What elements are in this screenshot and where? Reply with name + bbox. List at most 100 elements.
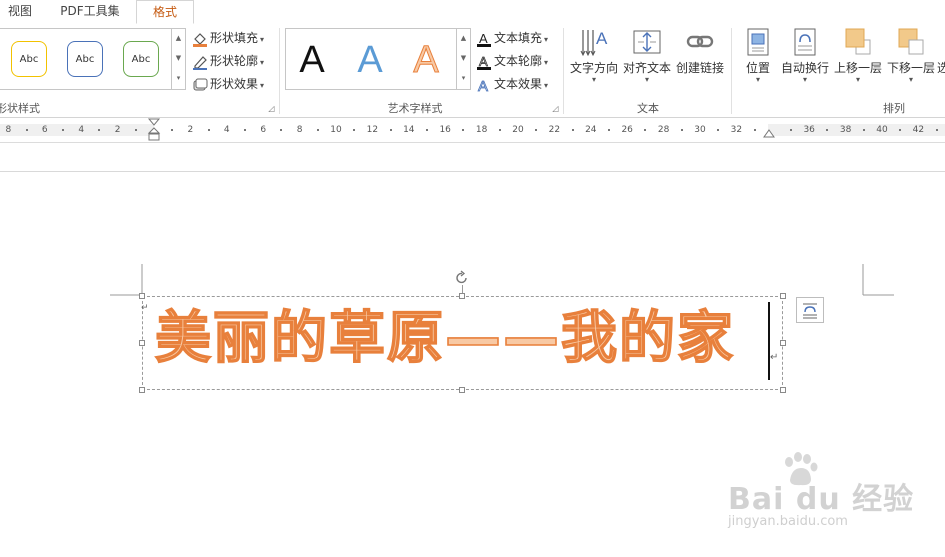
ruler-tick-dot [389, 129, 392, 131]
wordart-styles-group-label: 艺术字样式 [387, 102, 443, 115]
shape-effects-label: 形状效果 [210, 77, 259, 91]
horizontal-ruler[interactable]: 8 6 4 2 2 4 6 8 10 12 14 16 18 20 22 24 26 28 30 32 36 38 40 42 [0, 118, 945, 143]
shape-fill-button[interactable]: 形状填充 ▾ [192, 28, 264, 48]
text-outline-button[interactable]: A 文本轮廓 ▾ [476, 51, 548, 71]
shape-effects-icon [192, 77, 208, 93]
watermark-url: jingyan.baidu.com [728, 514, 848, 529]
rotate-handle-icon[interactable] [454, 270, 470, 286]
wordart-style-orange-outline[interactable]: A [406, 39, 446, 82]
crop-mark-right [862, 264, 894, 296]
chevron-down-icon: ▾ [855, 75, 860, 84]
dialog-launcher-icon[interactable]: ◿ [551, 104, 560, 113]
text-effects-button[interactable]: A 文本效果 ▾ [476, 74, 548, 95]
text-fill-button[interactable]: A 文本填充 ▾ [476, 28, 548, 48]
resize-handle-n[interactable] [459, 293, 465, 299]
selection-pane-button[interactable]: 选 [937, 26, 945, 75]
ruler-tick-label: 32 [730, 125, 743, 135]
svg-text:A: A [478, 78, 488, 93]
resize-handle-w[interactable] [139, 340, 145, 346]
shape-style-1[interactable]: Abc [11, 41, 47, 77]
gallery-expand-icon[interactable]: ▾ [457, 69, 470, 88]
send-backward-label: 下移一层 [886, 61, 935, 75]
dialog-launcher-icon[interactable]: ◿ [267, 104, 276, 113]
ruler-tick-dot [935, 129, 938, 131]
scroll-down-icon[interactable]: ▼ [457, 49, 470, 68]
scroll-up-icon[interactable]: ▲ [457, 29, 470, 48]
document-top-gap [0, 143, 945, 171]
ruler-tick-dot [25, 129, 28, 131]
chevron-down-icon: ▾ [591, 75, 596, 84]
group-separator [279, 28, 280, 114]
ruler-tick-label: 36 [803, 125, 815, 135]
resize-handle-se[interactable] [780, 387, 786, 393]
align-text-button[interactable]: 对齐文本 ▾ [622, 26, 672, 85]
ruler-tick-dot [316, 129, 319, 131]
create-link-button[interactable]: 创建链接 [675, 26, 725, 75]
ruler-tick-dot [571, 129, 574, 131]
ruler-tick-label: 6 [41, 125, 48, 135]
page-top-border [0, 171, 945, 172]
resize-handle-ne[interactable] [780, 293, 786, 299]
ribbon-tab-bar: 视图 PDF工具集 格式 [0, 0, 945, 25]
text-effects-label: 文本效果 [494, 77, 543, 91]
shape-style-3[interactable]: Abc [123, 41, 159, 77]
position-button[interactable]: 位置 ▾ [740, 26, 776, 85]
selection-pane-label: 选 [937, 61, 945, 75]
align-text-label: 对齐文本 [622, 61, 671, 75]
text-group-label: 文本 [637, 102, 659, 115]
chevron-down-icon: ▾ [260, 35, 265, 44]
ruler-tick-dot [790, 129, 792, 131]
send-backward-button[interactable]: 下移一层 ▾ [885, 26, 937, 85]
ruler-tick-dot [207, 129, 210, 131]
chain-link-icon [684, 26, 716, 58]
ruler-tick-dot [899, 129, 902, 131]
text-direction-button[interactable]: A 文字方向 ▾ [568, 26, 620, 85]
tab-view[interactable]: 视图 [0, 0, 40, 24]
bring-forward-button[interactable]: 上移一层 ▾ [832, 26, 884, 85]
chevron-down-icon: ▾ [544, 58, 549, 67]
wordart-style-blue[interactable]: A [350, 39, 390, 82]
indent-marker-icon[interactable] [147, 118, 161, 142]
ruler-tick-dot [134, 129, 137, 131]
shape-outline-label: 形状轮廓 [210, 54, 259, 68]
ruler-tick-dot [717, 129, 720, 131]
shape-effects-button[interactable]: 形状效果 ▾ [192, 74, 264, 94]
layout-options-button[interactable] [796, 297, 824, 323]
resize-handle-s[interactable] [459, 387, 465, 393]
right-indent-marker-icon[interactable] [762, 128, 776, 140]
position-icon [742, 26, 774, 58]
ruler-tick-label: 6 [260, 125, 267, 135]
ruler-tick-dot [498, 129, 501, 131]
wrap-text-icon [789, 26, 821, 58]
shape-outline-button[interactable]: 形状轮廓 ▾ [192, 51, 264, 71]
scroll-down-icon[interactable]: ▼ [172, 49, 185, 68]
ruler-tick-label: 40 [876, 125, 888, 135]
tab-format[interactable]: 格式 [136, 0, 194, 24]
ruler-tick-dot [644, 129, 647, 131]
shape-style-2[interactable]: Abc [67, 41, 103, 77]
wordart-text[interactable]: 美丽的草原——我的家 [154, 302, 795, 376]
scroll-up-icon[interactable]: ▲ [172, 29, 185, 48]
ruler-tick-dot [862, 129, 865, 131]
svg-text:A: A [596, 29, 608, 48]
wrap-text-button[interactable]: 自动换行 ▾ [779, 26, 831, 85]
group-separator [563, 28, 564, 114]
ruler-tick-label: 2 [114, 125, 121, 135]
tab-pdf-tools[interactable]: PDF工具集 [48, 0, 132, 24]
ruler-tick-label: 22 [548, 125, 561, 135]
wordart-style-black[interactable]: A [292, 39, 332, 82]
create-link-label: 创建链接 [675, 61, 724, 75]
shape-style-gallery: Abc Abc Abc ▲ ▼ ▾ [0, 28, 186, 90]
resize-handle-sw[interactable] [139, 387, 145, 393]
ruler-tick-dot [753, 129, 756, 131]
resize-handle-nw[interactable] [139, 293, 145, 299]
wordart-gallery-scroll: ▲ ▼ ▾ [456, 29, 470, 89]
text-fill-label: 文本填充 [494, 31, 543, 45]
ruler-text-area [154, 124, 768, 136]
ruler-tick-dot [353, 129, 356, 131]
chevron-down-icon: ▾ [644, 75, 649, 84]
paragraph-mark-icon: ↵ [141, 303, 149, 313]
shape-styles-group-label: 形状样式 [0, 102, 40, 115]
ruler-tick-label: 38 [839, 125, 852, 135]
gallery-expand-icon[interactable]: ▾ [172, 69, 185, 88]
